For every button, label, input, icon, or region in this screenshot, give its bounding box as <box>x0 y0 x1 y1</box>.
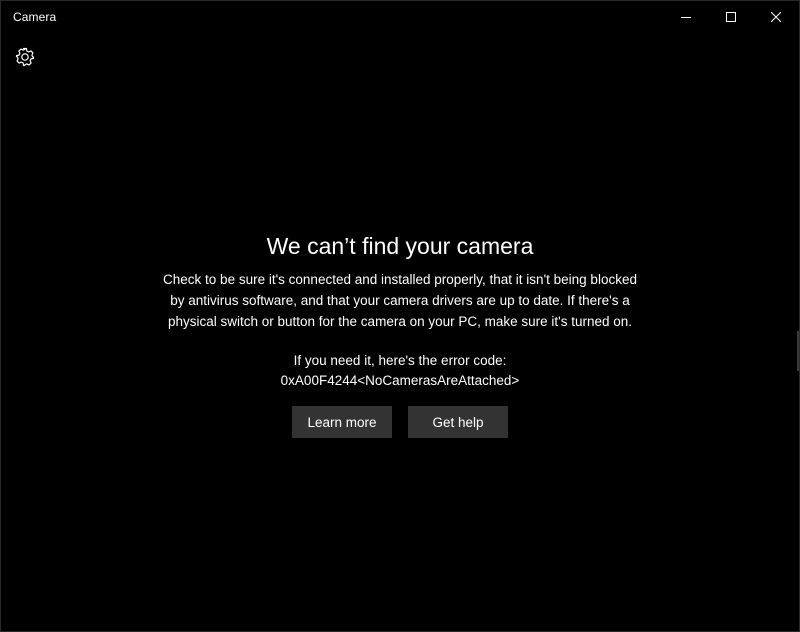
minimize-button[interactable] <box>663 1 709 33</box>
error-panel: We can’t find your camera Check to be su… <box>1 229 799 438</box>
get-help-button[interactable]: Get help <box>408 406 508 438</box>
camera-app-window: Camera We can’t find your camera Check t… <box>0 0 800 632</box>
error-heading: We can’t find your camera <box>266 233 534 259</box>
title-bar[interactable]: Camera <box>1 1 799 33</box>
window-resize-edge[interactable] <box>797 331 799 371</box>
error-message-line: Check to be sure it's connected and inst… <box>163 272 637 287</box>
maximize-icon <box>726 12 736 22</box>
close-button[interactable] <box>753 1 799 33</box>
error-message-line: physical switch or button for the camera… <box>167 314 633 329</box>
error-message-line: by antivirus software, and that your cam… <box>170 293 630 308</box>
error-code-value: 0xA00F4244<NoCamerasAreAttached> <box>280 373 520 388</box>
settings-button[interactable] <box>11 45 39 73</box>
app-title: Camera <box>13 10 57 24</box>
action-buttons: Learn more Get help <box>1 406 799 438</box>
maximize-button[interactable] <box>708 1 754 33</box>
close-icon <box>771 12 781 22</box>
minimize-icon <box>681 12 691 22</box>
learn-more-button[interactable]: Learn more <box>292 406 392 438</box>
error-message: Check to be sure it's connected and inst… <box>140 269 660 332</box>
gear-icon <box>15 47 35 72</box>
error-code-label: If you need it, here's the error code: <box>293 353 507 368</box>
error-code-block: If you need it, here's the error code: 0… <box>1 351 799 391</box>
